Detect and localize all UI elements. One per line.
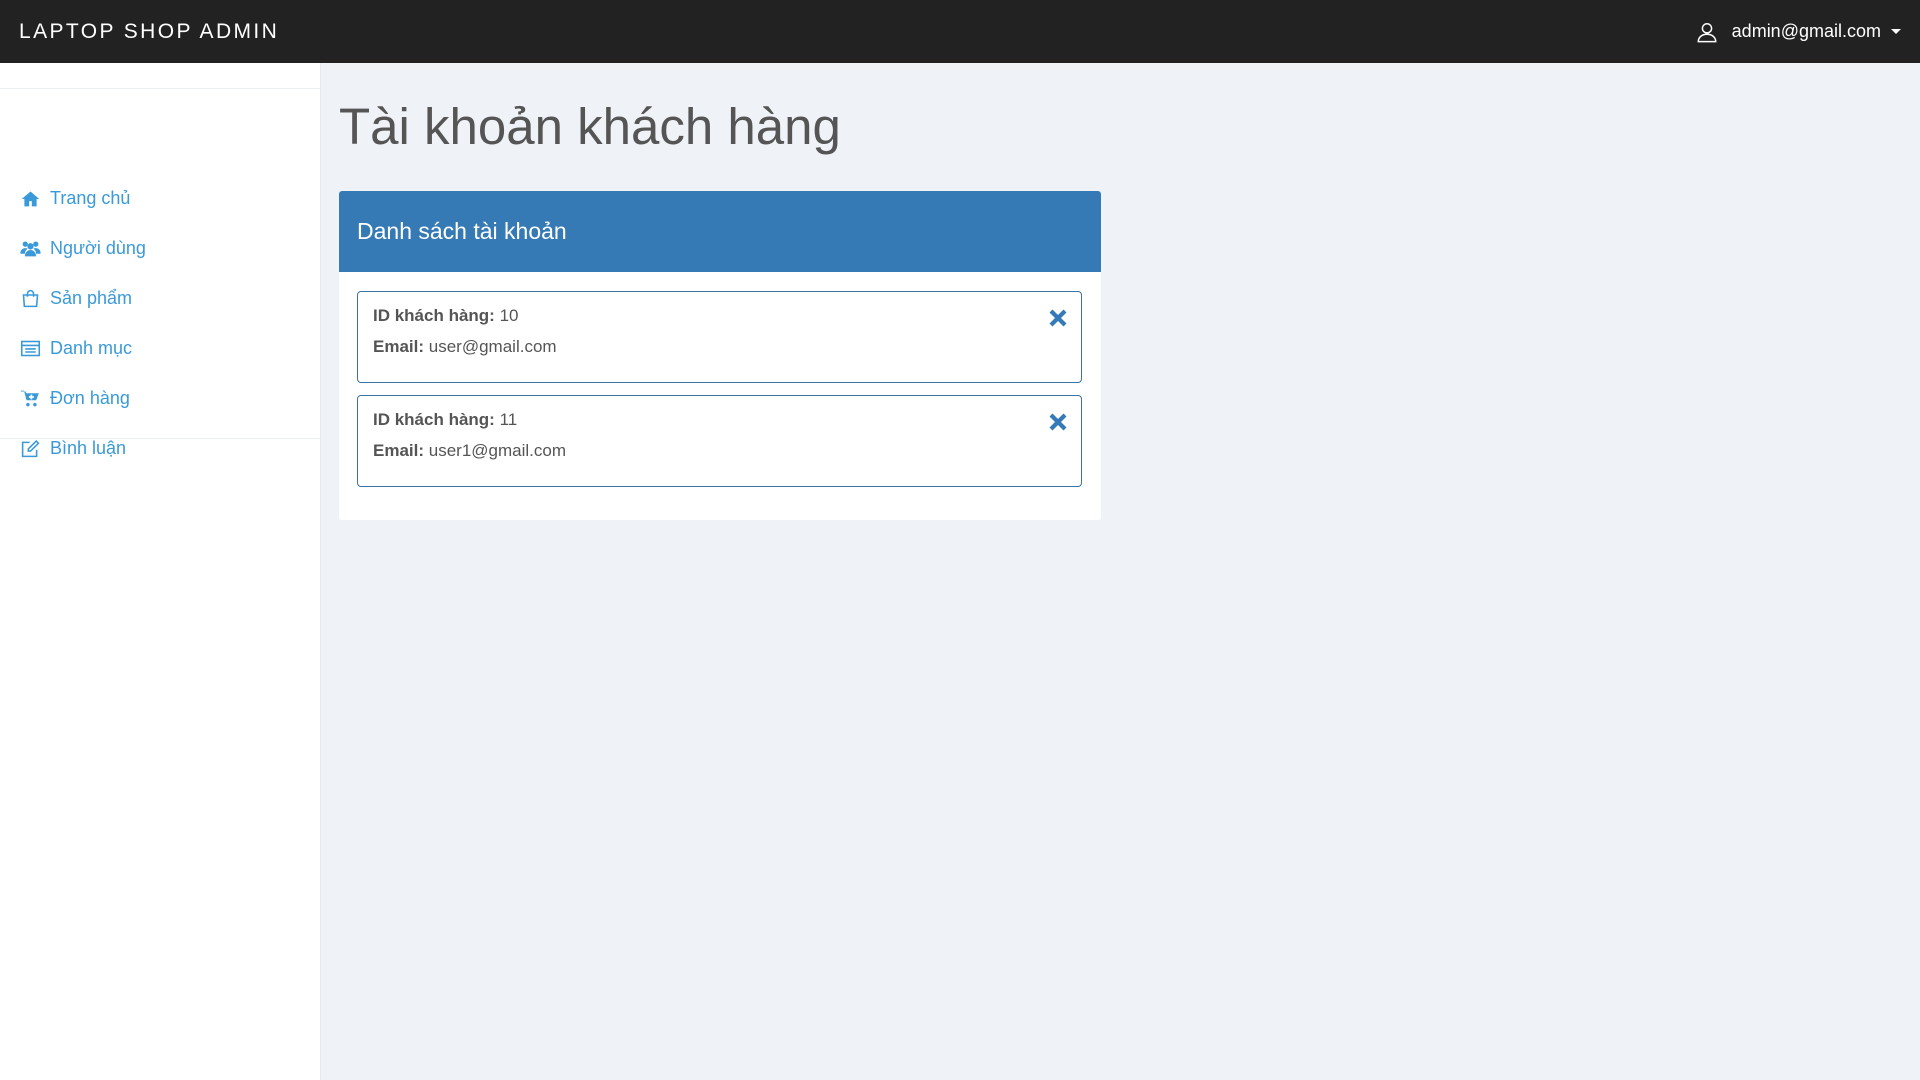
delete-account-button[interactable] xyxy=(1047,411,1069,433)
accounts-panel: Danh sách tài khoản ID khách hàng: 10 Em… xyxy=(339,191,1101,520)
sidebar-nav: Trang chủ Người dùng Sản phẩm Danh mục Đ… xyxy=(0,173,320,473)
shopping-bag-icon xyxy=(19,287,41,309)
account-email-label: Email: xyxy=(373,441,425,460)
user-email: admin@gmail.com xyxy=(1731,21,1881,41)
account-card: ID khách hàng: 10 Email: user@gmail.com xyxy=(357,291,1082,383)
sidebar-item-orders[interactable]: Đơn hàng xyxy=(0,373,320,423)
sidebar-item-label: Đơn hàng xyxy=(50,387,130,408)
sidebar-item-label: Sản phẩm xyxy=(50,287,133,308)
user-dropdown[interactable]: admin@gmail.com xyxy=(1696,21,1901,43)
sidebar-item-products[interactable]: Sản phẩm xyxy=(0,273,320,323)
caret-down-icon xyxy=(1891,29,1901,34)
sidebar-divider xyxy=(0,88,320,89)
account-email-label: Email: xyxy=(373,337,425,356)
sidebar-item-label: Danh mục xyxy=(50,337,133,358)
sidebar: Trang chủ Người dùng Sản phẩm Danh mục Đ… xyxy=(0,63,321,1080)
account-email-value: user@gmail.com xyxy=(428,337,557,356)
top-navbar: LAPTOP SHOP ADMIN admin@gmail.com xyxy=(0,0,1920,63)
account-card: ID khách hàng: 11 Email: user1@gmail.com xyxy=(357,395,1082,487)
list-icon xyxy=(19,337,41,359)
account-id-value: 11 xyxy=(499,410,518,429)
panel-heading: Danh sách tài khoản xyxy=(339,191,1101,272)
delete-account-button[interactable] xyxy=(1047,307,1069,329)
sidebar-item-label: Bình luận xyxy=(50,437,127,458)
brand-link[interactable]: LAPTOP SHOP ADMIN xyxy=(19,20,279,44)
account-id-row: ID khách hàng: 11 xyxy=(373,410,1066,441)
page-title: Tài khoản khách hàng xyxy=(339,98,841,155)
users-icon xyxy=(19,237,41,259)
close-icon xyxy=(1049,413,1067,431)
sidebar-item-label: Người dùng xyxy=(50,237,146,258)
account-email-row: Email: user@gmail.com xyxy=(373,337,1066,368)
sidebar-item-label: Trang chủ xyxy=(50,187,131,208)
sidebar-divider xyxy=(0,438,320,439)
sidebar-item-users[interactable]: Người dùng xyxy=(0,223,320,273)
account-id-label: ID khách hàng: xyxy=(373,306,495,325)
edit-icon xyxy=(19,437,41,459)
sidebar-item-comments[interactable]: Bình luận xyxy=(0,423,320,473)
account-id-row: ID khách hàng: 10 xyxy=(373,306,1066,337)
account-email-value: user1@gmail.com xyxy=(428,441,567,460)
sidebar-item-categories[interactable]: Danh mục xyxy=(0,323,320,373)
cart-icon xyxy=(19,387,41,409)
account-email-row: Email: user1@gmail.com xyxy=(373,441,1066,472)
account-id-value: 10 xyxy=(499,306,519,325)
sidebar-item-home[interactable]: Trang chủ xyxy=(0,173,320,223)
home-icon xyxy=(19,187,41,209)
close-icon xyxy=(1049,309,1067,327)
user-icon xyxy=(1696,21,1718,43)
account-id-label: ID khách hàng: xyxy=(373,410,495,429)
